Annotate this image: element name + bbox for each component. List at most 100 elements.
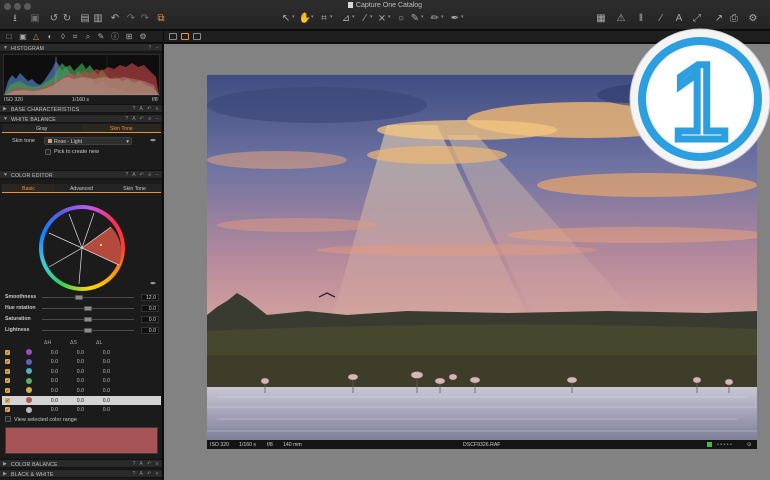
delta-l-value[interactable]: 0.0 xyxy=(94,369,110,375)
delta-h-value[interactable]: 0.0 xyxy=(42,359,58,365)
color-tab-icon[interactable]: △ xyxy=(31,32,41,42)
color-range-checkbox[interactable]: ✓ xyxy=(5,368,10,374)
color-picker-icon[interactable]: ✒ xyxy=(150,279,157,288)
pick-checkbox[interactable] xyxy=(45,149,51,155)
color-range-row[interactable]: ✓ 0.0 0.0 0.0 xyxy=(2,348,161,357)
delta-l-value[interactable]: 0.0 xyxy=(94,378,110,384)
delta-h-value[interactable]: 0.0 xyxy=(42,388,58,394)
delta-s-value[interactable]: 0.0 xyxy=(68,407,84,413)
color-range-checkbox[interactable]: ✓ xyxy=(5,378,10,384)
delta-l-value[interactable]: 0.0 xyxy=(94,359,110,365)
section-menu-icons[interactable]: ? A ↶ ≡ − xyxy=(125,172,160,178)
slider-value-lightness[interactable]: 0.0 xyxy=(141,327,159,334)
color-editor-header[interactable]: ▼ COLOR EDITOR ? A ↶ ≡ − xyxy=(0,170,162,179)
color-range-row[interactable]: ✓ 0.0 0.0 0.0 xyxy=(2,377,161,386)
brush-tool-icon[interactable]: ✎ xyxy=(408,12,422,25)
delta-l-value[interactable]: 0.0 xyxy=(94,350,110,356)
text-icon[interactable]: A xyxy=(672,12,686,25)
slider-track-smoothness[interactable] xyxy=(42,297,134,298)
picker-tool-icon[interactable]: ✒ xyxy=(448,12,462,25)
picker-icon[interactable]: ✒ xyxy=(150,136,157,145)
metadata-tab-icon[interactable]: ⓘ xyxy=(110,32,120,42)
folder-icon[interactable]: ▤ xyxy=(78,12,92,25)
tab-basic[interactable]: Basic xyxy=(2,184,55,192)
viewer-info-toggle-icon[interactable]: ⊙ xyxy=(747,442,751,448)
pen-icon[interactable]: ∕ xyxy=(654,12,668,25)
delta-h-value[interactable]: 0.0 xyxy=(42,369,58,375)
print-icon[interactable]: ⎙ xyxy=(727,12,741,25)
search-tab-icon[interactable]: ⌕ xyxy=(83,32,93,42)
redo-icon[interactable]: ↷ xyxy=(124,12,138,25)
warning-icon[interactable]: ⚠ xyxy=(614,12,628,25)
cursor-tool-icon[interactable]: ↖ xyxy=(279,12,293,25)
section-menu-icons[interactable]: ? − xyxy=(148,45,160,51)
batch-tab-icon[interactable]: ⚙ xyxy=(138,32,148,42)
black-white-header[interactable]: ▶ BLACK & WHITE ? A ↶ ≡ xyxy=(0,469,162,478)
crop-tab-icon[interactable]: ⌗ xyxy=(70,32,80,42)
grid-view-icon[interactable]: ▦ xyxy=(594,12,608,25)
color-range-row[interactable]: ✓ 0.0 0.0 0.0 xyxy=(2,386,161,395)
pan-tool-icon[interactable]: ✋ xyxy=(298,12,312,25)
eraser-tool-icon[interactable]: ✏ xyxy=(428,12,442,25)
color-wheel[interactable] xyxy=(39,205,125,291)
import-icon[interactable]: ⭳ xyxy=(8,12,22,25)
white-balance-header[interactable]: ▼ WHITE BALANCE ? A ↶ ≡ − xyxy=(0,114,162,123)
skin-tone-select[interactable]: Rose - Light ▾ xyxy=(44,137,132,145)
camera-icon[interactable]: ▣ xyxy=(28,12,42,25)
section-menu-icons[interactable]: ? A ↶ ≡ xyxy=(133,471,160,477)
delta-h-value[interactable]: 0.0 xyxy=(42,398,58,404)
section-menu-icons[interactable]: ? A ↶ ≡ xyxy=(133,461,160,467)
settings-icon[interactable]: ⚙ xyxy=(746,12,760,25)
export-icon[interactable]: ↗ xyxy=(712,12,726,25)
adjust-tab-icon[interactable]: ✎ xyxy=(96,32,106,42)
details-tab-icon[interactable]: ◊ xyxy=(58,32,68,42)
base-characteristics-header[interactable]: ▶ BASE CHARACTERISTICS ? A ↶ ≡ xyxy=(0,104,162,113)
exposure-tab-icon[interactable]: ◐ xyxy=(45,32,55,42)
delta-s-value[interactable]: 0.0 xyxy=(68,369,84,375)
rating-dots-icon[interactable]: • • • • • xyxy=(717,442,732,448)
camera-tab-icon[interactable]: ▣ xyxy=(18,32,28,42)
rotate-left-icon[interactable]: ↺ xyxy=(47,12,61,25)
color-range-checkbox[interactable]: ✓ xyxy=(5,397,10,403)
delta-l-value[interactable]: 0.0 xyxy=(94,388,110,394)
output-tab-icon[interactable]: ⊞ xyxy=(124,32,134,42)
tab-skin-tone-editor[interactable]: Skin Tone xyxy=(108,184,161,192)
viewer-single-icon[interactable] xyxy=(181,33,189,40)
rotate-right-icon[interactable]: ↻ xyxy=(60,12,74,25)
color-range-checkbox[interactable]: ✓ xyxy=(5,349,10,355)
color-range-row[interactable]: ✓ 0.0 0.0 0.0 xyxy=(2,396,161,405)
spot-tool-icon[interactable]: ⨯ xyxy=(375,12,389,25)
forward-icon[interactable]: ↷ xyxy=(138,12,152,25)
delta-s-value[interactable]: 0.0 xyxy=(68,398,84,404)
section-menu-icons[interactable]: ? A ↶ ≡ xyxy=(133,106,160,112)
color-range-checkbox[interactable]: ✓ xyxy=(5,387,10,393)
delta-h-value[interactable]: 0.0 xyxy=(42,350,58,356)
tab-gray[interactable]: Gray xyxy=(2,124,82,132)
crop-tool-icon[interactable]: ⌗ xyxy=(317,12,331,25)
view-selected-checkbox[interactable] xyxy=(5,416,11,422)
undo-icon[interactable]: ↶ xyxy=(108,12,122,25)
compare-icon[interactable]: ‖ xyxy=(634,12,648,25)
viewer-grid-icon[interactable] xyxy=(169,33,177,40)
color-range-row[interactable]: ✓ 0.0 0.0 0.0 xyxy=(2,367,161,376)
slider-value-hue-rotation[interactable]: 0.0 xyxy=(141,305,159,312)
tab-skin-tone[interactable]: Skin Tone xyxy=(81,124,161,132)
delta-l-value[interactable]: 0.0 xyxy=(94,407,110,413)
delta-s-value[interactable]: 0.0 xyxy=(68,350,84,356)
color-range-row[interactable]: ✓ 0.0 0.0 0.0 xyxy=(2,406,161,415)
delta-s-value[interactable]: 0.0 xyxy=(68,359,84,365)
histogram-header[interactable]: ▼ HISTOGRAM ? − xyxy=(0,43,162,52)
slider-value-saturation[interactable]: 0.0 xyxy=(141,316,159,323)
library-tab-icon[interactable]: □ xyxy=(4,32,14,42)
color-range-checkbox[interactable]: ✓ xyxy=(5,407,10,413)
delta-l-value[interactable]: 0.0 xyxy=(94,398,110,404)
slider-thumb-saturation[interactable] xyxy=(84,317,92,322)
color-range-row[interactable]: ✓ 0.0 0.0 0.0 xyxy=(2,358,161,367)
color-range-checkbox[interactable]: ✓ xyxy=(5,359,10,365)
slider-value-smoothness[interactable]: 12.0 xyxy=(141,294,159,301)
circle-tool-icon[interactable]: ○ xyxy=(394,12,408,25)
tab-advanced[interactable]: Advanced xyxy=(55,184,108,192)
section-menu-icons[interactable]: ? A ↶ ≡ − xyxy=(125,116,160,122)
trash-icon[interactable]: ▥ xyxy=(91,12,105,25)
slider-thumb-hue-rotation[interactable] xyxy=(84,306,92,311)
